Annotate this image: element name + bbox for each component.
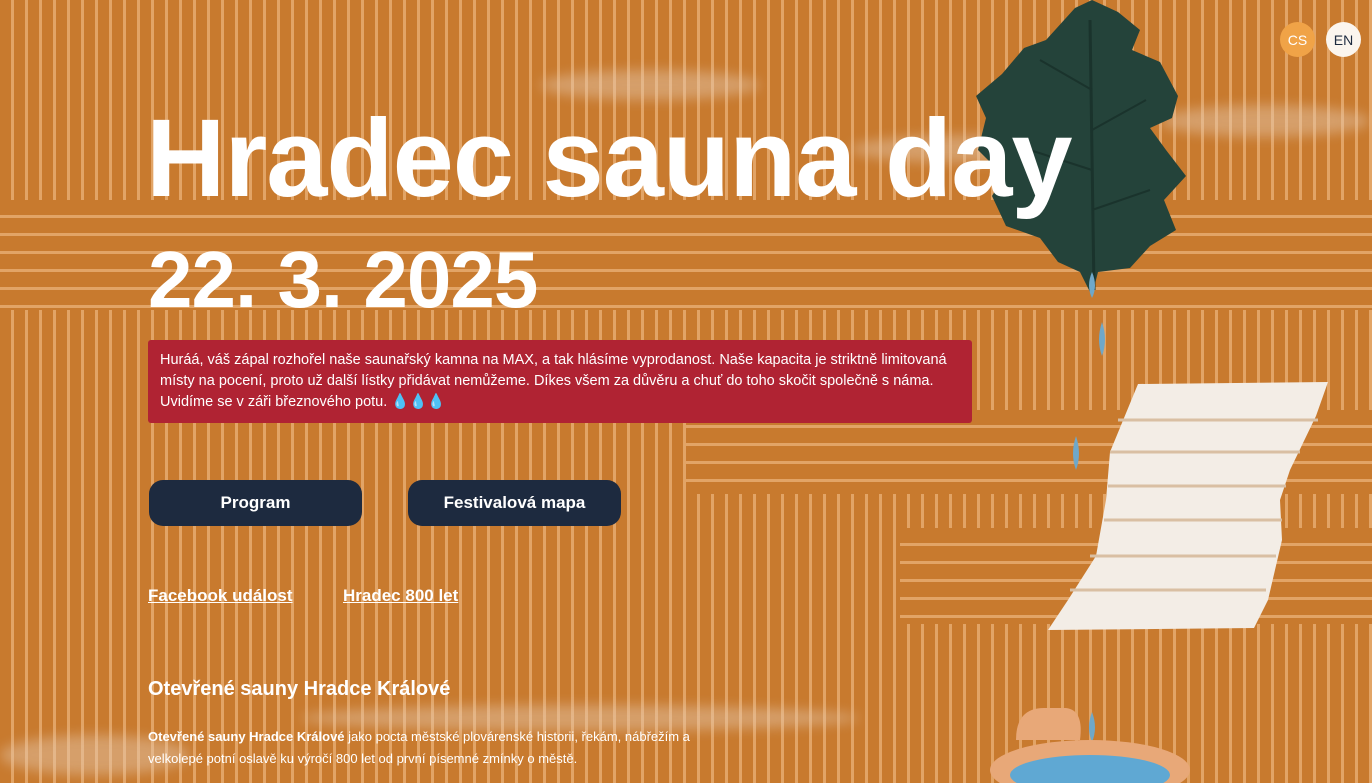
water-drop-icon — [1073, 272, 1105, 742]
sold-out-notice: Huráá, váš zápal rozhořel naše saunařský… — [148, 340, 972, 423]
page-title: Hradec sauna day — [146, 97, 1073, 220]
facebook-event-link[interactable]: Facebook událost — [148, 586, 293, 606]
towel-icon — [1048, 382, 1328, 630]
festival-map-button[interactable]: Festivalová mapa — [408, 480, 621, 526]
language-cs-button[interactable]: CS — [1280, 22, 1315, 57]
program-button[interactable]: Program — [149, 480, 362, 526]
language-en-button[interactable]: EN — [1326, 22, 1361, 57]
section-lead-bold: Otevřené sauny Hradce Králové — [148, 729, 345, 744]
section-description: Otevřené sauny Hradce Králové jako pocta… — [148, 726, 708, 770]
section-title: Otevřené sauny Hradce Králové — [148, 678, 451, 700]
event-date: 22. 3. 2025 — [148, 235, 538, 324]
hradec-800-link[interactable]: Hradec 800 let — [343, 586, 458, 606]
